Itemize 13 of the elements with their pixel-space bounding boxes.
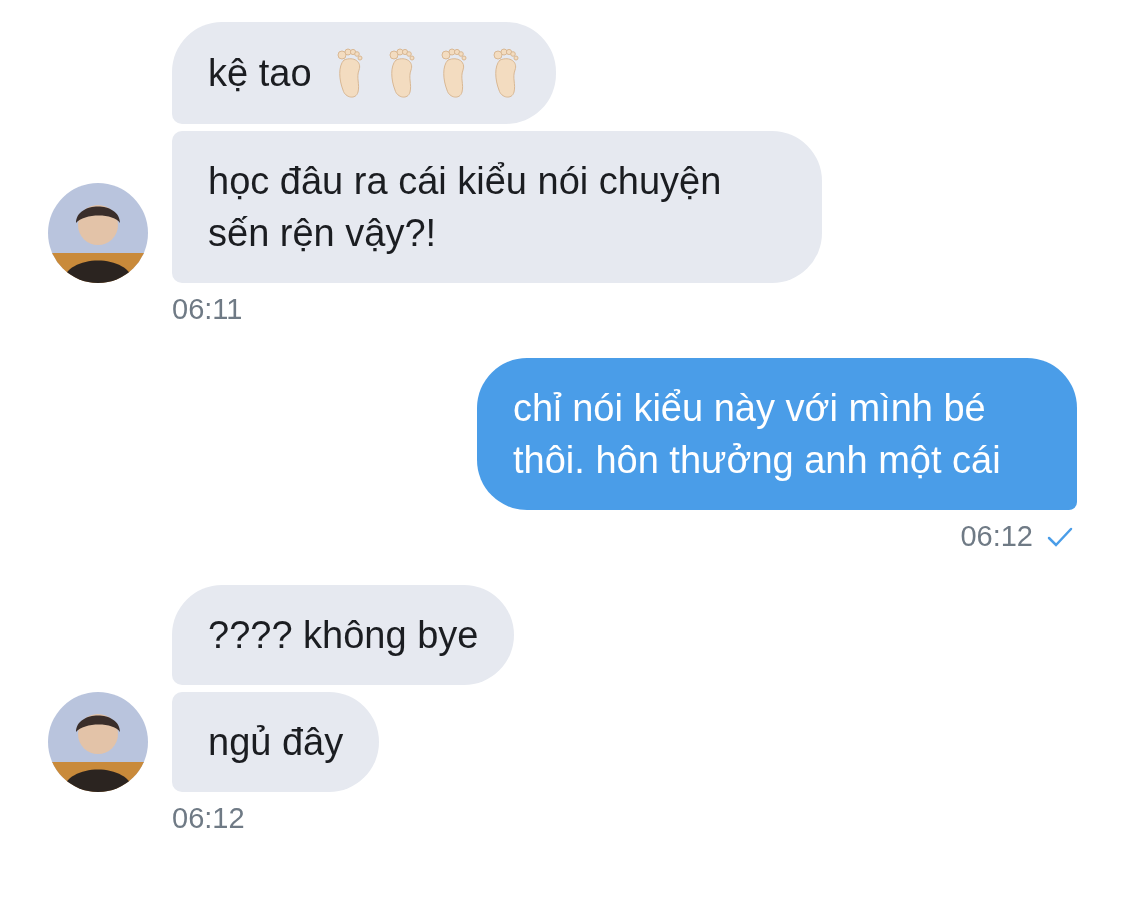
message-bubble: ???? không bye <box>172 585 515 685</box>
message-bubble: kệ tao <box>172 22 556 124</box>
message-bubble: ngủ đây <box>172 692 380 792</box>
message-bubble: chỉ nói kiểu này với mình bé thôi. hôn thưởng anh một cái <box>477 358 1077 510</box>
message-time: 06:12 <box>960 520 1033 553</box>
check-icon <box>1047 526 1073 547</box>
message-time: 06:12 <box>172 802 245 835</box>
message-bubble: học đâu ra cái kiểu nói chuyện sến rện vậy?! <box>172 131 822 283</box>
message-time: 06:11 <box>172 293 243 326</box>
foot-icon <box>439 46 468 100</box>
foot-icon <box>491 46 520 100</box>
foot-icon <box>387 46 416 100</box>
foot-icon <box>335 46 364 100</box>
